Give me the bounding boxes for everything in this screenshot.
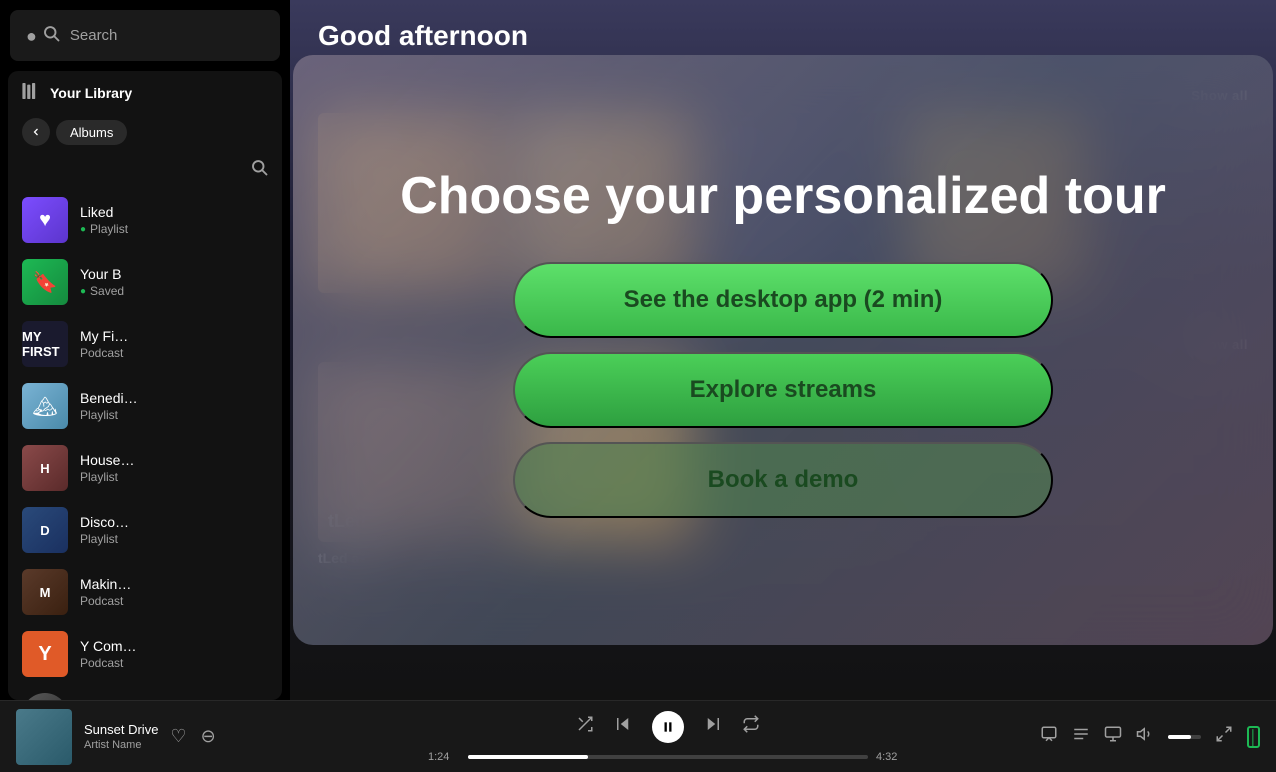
devices-icon[interactable] (1104, 725, 1122, 748)
library-header: Your Library (8, 71, 282, 114)
player-track: Sunset Drive Artist Name ♡ ⊖ (16, 709, 296, 765)
list-item[interactable]: H House… Playlist (8, 437, 282, 499)
progress-bar[interactable] (468, 755, 868, 759)
item-info: Makin… Podcast (80, 576, 131, 608)
queue-icon[interactable] (1040, 725, 1058, 748)
player-right-controls: │ (1040, 725, 1260, 748)
heart-button[interactable]: ♡ (170, 726, 186, 747)
shuffle-button[interactable] (576, 715, 594, 738)
modal-overlay: Choose your personalized tour See the de… (290, 0, 1276, 700)
sidebar: ● Search (0, 0, 290, 700)
explore-streams-button[interactable]: Explore streams (513, 352, 1053, 428)
player-buttons (576, 711, 760, 743)
player-thumbnail (16, 709, 72, 765)
library-back-button[interactable] (22, 118, 50, 146)
list-item[interactable]: MY FIRST My Fi… Podcast (8, 313, 282, 375)
volume-fill (1168, 735, 1191, 739)
player-track-info: Sunset Drive Artist Name (84, 722, 158, 751)
item-name: Y Com… (80, 638, 137, 654)
play-pause-button[interactable] (652, 711, 684, 743)
item-info: Benedi… Playlist (80, 390, 138, 422)
item-subtype: ● Saved (80, 284, 124, 298)
library-title: Your Library (50, 85, 132, 101)
next-button[interactable] (704, 715, 722, 738)
list-item[interactable]: 🔖 Your B ● Saved (8, 251, 282, 313)
item-name: House… (80, 452, 134, 468)
item-name: Your B (80, 266, 124, 282)
item-info: Disco… Playlist (80, 514, 129, 546)
content-area: Good afternoon Show all (290, 0, 1276, 700)
search-icon: ● (26, 24, 60, 47)
desktop-app-button[interactable]: See the desktop app (2 min) (513, 262, 1053, 338)
list-item[interactable]: Y Y Com… Podcast (8, 623, 282, 685)
progress-current: 1:24 (428, 751, 460, 763)
progress-total: 4:32 (876, 751, 908, 763)
library-list: ♥ Liked ● Playlist 🔖 Your B (8, 189, 282, 700)
modal-title: Choose your personalized tour (400, 168, 1166, 225)
item-thumbnail: H (22, 445, 68, 491)
volume-icon[interactable] (1136, 725, 1154, 748)
list-item[interactable]: ♥ Liked ● Playlist (8, 189, 282, 251)
library-albums-tab[interactable]: Albums (56, 120, 127, 145)
item-subtype: Podcast (80, 656, 137, 670)
item-name: Disco… (80, 514, 129, 530)
item-name: Benedi… (80, 390, 138, 406)
right-sidebar-icon[interactable]: │ (1247, 726, 1260, 748)
lyrics-icon[interactable] (1072, 725, 1090, 748)
item-name: Makin… (80, 576, 131, 592)
item-subtype: Playlist (80, 470, 134, 484)
item-thumbnail: E (22, 693, 68, 700)
remove-button[interactable]: ⊖ (201, 726, 216, 747)
library-title-row: Your Library (22, 83, 132, 102)
list-item[interactable]: D Disco… Playlist (8, 499, 282, 561)
fullscreen-icon[interactable] (1215, 725, 1233, 748)
modal-box: Choose your personalized tour See the de… (293, 55, 1273, 645)
list-item[interactable]: E Emmi… Artist (8, 685, 282, 700)
item-info: Y Com… Podcast (80, 638, 137, 670)
item-thumbnail: 🔖 (22, 259, 68, 305)
prev-button[interactable] (614, 715, 632, 738)
item-thumbnail: Y (22, 631, 68, 677)
player-track-icons: ♡ ⊖ (170, 726, 215, 747)
list-item[interactable]: M Makin… Podcast (8, 561, 282, 623)
library-section: Your Library Albums (8, 71, 282, 700)
book-demo-button[interactable]: Book a demo (513, 442, 1053, 518)
item-thumbnail: ♥ (22, 197, 68, 243)
list-item[interactable]: 🏔 Benedi… Playlist (8, 375, 282, 437)
search-bar[interactable]: ● Search (10, 10, 280, 61)
item-subtype: Podcast (80, 594, 131, 608)
item-info: Liked ● Playlist (80, 204, 128, 236)
item-info: Your B ● Saved (80, 266, 124, 298)
app-container: ● Search (0, 0, 1276, 772)
item-thumbnail: MY FIRST (22, 321, 68, 367)
item-subtype: Playlist (80, 408, 138, 422)
item-info: House… Playlist (80, 452, 134, 484)
repeat-button[interactable] (742, 715, 760, 738)
item-subtype: Playlist (80, 532, 129, 546)
main-area: ● Search (0, 0, 1276, 700)
library-icon (22, 83, 42, 102)
volume-bar[interactable] (1168, 735, 1201, 739)
item-thumbnail: D (22, 507, 68, 553)
item-name: Liked (80, 204, 128, 220)
item-name: My Fi… (80, 328, 128, 344)
player-track-artist: Artist Name (84, 739, 158, 751)
library-search-row (8, 154, 282, 189)
player-controls: 1:24 4:32 (428, 711, 908, 763)
library-search-icon[interactable] (250, 158, 268, 181)
progress-fill (468, 755, 588, 759)
item-info: My Fi… Podcast (80, 328, 128, 360)
item-thumbnail: M (22, 569, 68, 615)
item-subtype: Podcast (80, 346, 128, 360)
search-label: Search (70, 27, 118, 44)
item-subtype: ● Playlist (80, 222, 128, 236)
item-thumbnail: 🏔 (22, 383, 68, 429)
progress-bar-container: 1:24 4:32 (428, 751, 908, 763)
player-track-name: Sunset Drive (84, 722, 158, 737)
player-bar: Sunset Drive Artist Name ♡ ⊖ (0, 700, 1276, 772)
library-nav: Albums (8, 114, 282, 154)
